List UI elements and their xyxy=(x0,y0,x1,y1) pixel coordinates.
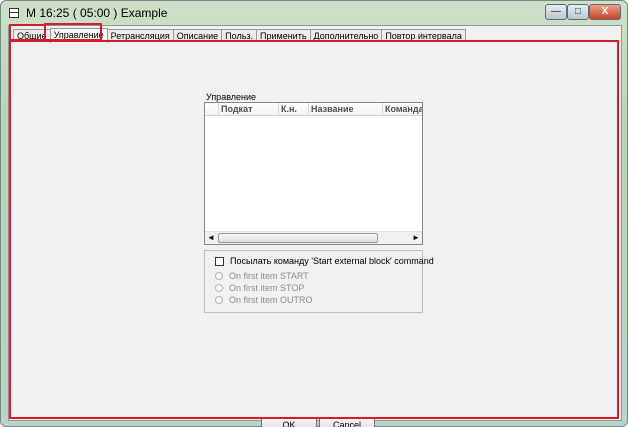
radio-first-item-outro[interactable]: On first item OUTRO xyxy=(215,295,313,305)
radio-icon[interactable] xyxy=(215,272,223,280)
column-header-subcat[interactable]: Подкат xyxy=(219,103,279,116)
radio-first-item-stop[interactable]: On first item STOP xyxy=(215,283,304,293)
control-list[interactable]: Подкат К.н. Название Команда ◄ ► xyxy=(204,102,423,245)
tab-panel-control: Управление Подкат К.н. Название Команда … xyxy=(11,41,618,427)
radio-label-start: On first item START xyxy=(229,271,309,281)
list-header: Подкат К.н. Название Команда xyxy=(205,103,422,116)
title-bar[interactable]: M 16:25 ( 05:00 ) Example — □ X xyxy=(1,1,627,25)
column-header-command[interactable]: Команда xyxy=(383,103,422,116)
dialog-client-area: Общие Управление Ретрансляция Описание П… xyxy=(8,25,622,427)
dialog-window: M 16:25 ( 05:00 ) Example — □ X Общие Уп… xyxy=(0,0,628,427)
radio-label-stop: On first item STOP xyxy=(229,283,305,293)
control-group-label: Управление xyxy=(206,92,257,102)
scroll-right-arrow-icon[interactable]: ► xyxy=(410,232,422,244)
horizontal-scrollbar[interactable]: ◄ ► xyxy=(205,231,422,244)
tab-control[interactable]: Управление xyxy=(49,28,108,43)
column-header-kn[interactable]: К.н. xyxy=(279,103,309,116)
scroll-left-arrow-icon[interactable]: ◄ xyxy=(205,232,217,244)
maximize-button[interactable]: □ xyxy=(567,4,589,20)
column-header-name[interactable]: Название xyxy=(309,103,383,116)
app-icon xyxy=(9,8,19,18)
send-command-label[interactable]: Посылать команду 'Start external block' … xyxy=(230,256,434,266)
radio-label-outro: On first item OUTRO xyxy=(229,295,313,305)
send-command-option[interactable]: Посылать команду 'Start external block' … xyxy=(215,256,434,266)
radio-first-item-start[interactable]: On first item START xyxy=(215,271,309,281)
tab-strip: Общие Управление Ретрансляция Описание П… xyxy=(13,28,466,43)
command-options-group: Посылать команду 'Start external block' … xyxy=(204,250,434,313)
window-title: M 16:25 ( 05:00 ) Example xyxy=(26,6,168,20)
scrollbar-thumb[interactable] xyxy=(218,233,378,243)
ok-button[interactable]: OK xyxy=(261,418,317,427)
close-button[interactable]: X xyxy=(589,4,621,20)
column-header-blank[interactable] xyxy=(205,103,219,116)
radio-icon[interactable] xyxy=(215,284,223,292)
cancel-button[interactable]: Cancel xyxy=(319,418,375,427)
minimize-button[interactable]: — xyxy=(545,4,567,20)
radio-icon[interactable] xyxy=(215,296,223,304)
send-command-checkbox[interactable] xyxy=(215,256,224,266)
